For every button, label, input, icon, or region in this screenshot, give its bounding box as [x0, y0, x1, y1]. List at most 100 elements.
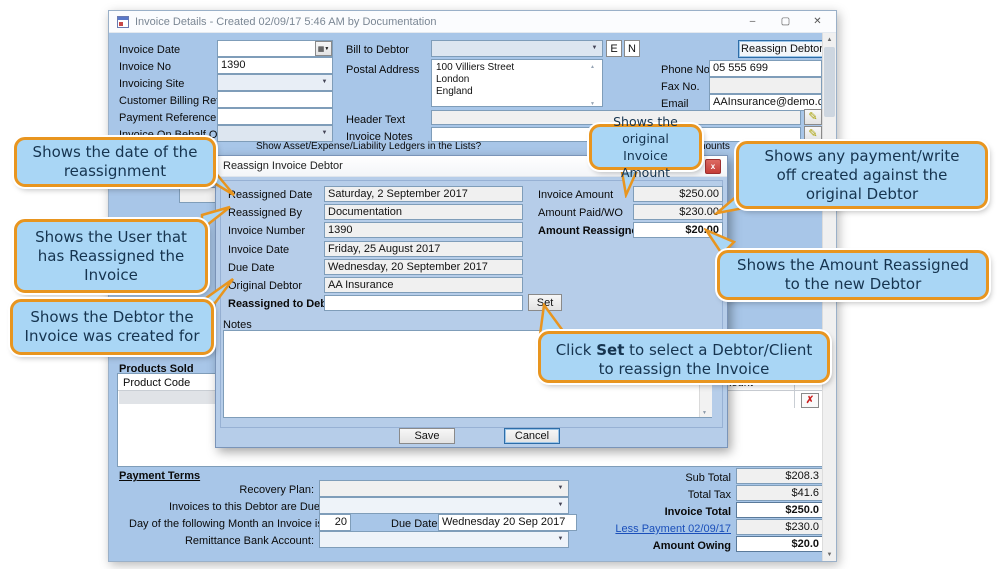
recovery-plan-combo[interactable]: ▼ — [319, 480, 569, 497]
callout-payment-writeoff: Shows any payment/write off created agai… — [736, 141, 988, 209]
day-of-month-label: Day of the following Month an Invoice is… — [129, 518, 347, 530]
close-button[interactable]: ✕ — [803, 12, 832, 31]
delete-x-icon: ✗ — [805, 395, 815, 406]
invoicing-site-label: Invoicing Site — [119, 78, 185, 90]
dialog-title: Reassign Invoice Debtor — [223, 160, 343, 172]
reassigned-date-value: Saturday, 2 September 2017 — [324, 186, 523, 202]
chevron-down-icon: ▼ — [321, 130, 328, 136]
cancel-button[interactable]: Cancel — [504, 428, 560, 444]
due-date-label: Due Date — [391, 518, 438, 530]
product-code-header: Product Code — [123, 377, 191, 389]
total-tax-label: Total Tax — [687, 489, 731, 501]
amount-paid-wo-value: $230.00 — [633, 204, 723, 220]
chevron-down-icon: ▼ — [321, 79, 328, 85]
fax-no-label: Fax No. — [661, 81, 700, 93]
invoice-amount-value: $250.00 — [633, 186, 723, 202]
minimize-button[interactable]: – — [738, 12, 767, 31]
callout-invoice-amount: Shows the original Invoice Amount — [589, 114, 702, 180]
callout-reassign-date: Shows the date of the reassignment — [14, 137, 216, 187]
edit-invoice-notes-button[interactable]: ✎ — [804, 126, 822, 142]
delete-row-button[interactable]: ✗ — [801, 393, 819, 408]
pencil-icon: ✎ — [808, 110, 818, 123]
maximize-button[interactable]: ▢ — [771, 12, 800, 31]
dlg-invoice-date-label: Invoice Date — [228, 244, 290, 256]
invoices-due-label: Invoices to this Debtor are Due: — [169, 501, 324, 513]
postal-address-field[interactable]: 100 Villiers Street London England — [431, 59, 603, 107]
amount-reassigned-label: Amount Reassigned — [538, 225, 645, 237]
reassigned-by-label: Reassigned By — [228, 207, 302, 219]
payment-reference-label: Payment Reference — [119, 112, 217, 124]
invoice-total-value: $250.0 — [736, 502, 823, 518]
reassign-debtor-button[interactable]: Reassign Debtor — [738, 40, 826, 58]
invoicing-site-combo[interactable]: Demo Site ▼ — [217, 74, 333, 91]
invoices-due-combo[interactable]: On a given day of the next month ▼ — [319, 497, 569, 514]
amount-owing-value: $20.0 — [736, 536, 823, 552]
reassigned-by-value: Documentation — [324, 204, 523, 220]
invoice-no-field[interactable]: 1390 — [217, 57, 333, 74]
invoice-number-value: 1390 — [324, 222, 523, 238]
payment-terms-title: Payment Terms — [119, 470, 201, 482]
pencil-icon: ✎ — [808, 127, 818, 140]
edit-debtor-button[interactable]: E — [606, 40, 622, 57]
invoice-no-label: Invoice No — [119, 61, 171, 73]
scroll-down-icon[interactable]: ▼ — [702, 410, 707, 416]
less-payment-value: $230.0 — [736, 519, 823, 535]
invoice-total-label: Invoice Total — [664, 506, 731, 518]
header-text-label: Header Text — [346, 114, 406, 126]
remittance-label: Remittance Bank Account: — [184, 535, 314, 547]
remittance-combo[interactable]: The Site or Company Default Bank Account… — [319, 531, 569, 548]
invoice-amount-label: Invoice Amount — [538, 189, 614, 201]
callout-click-set: Click Set to select a Debtor/Client to r… — [538, 331, 830, 383]
remittance-value: The Site or Company Default Bank Account — [341, 546, 553, 547]
phone-no-label: Phone No. — [661, 64, 713, 76]
less-payment-link-row: Less Payment 02/09/17 — [549, 522, 731, 536]
save-button[interactable]: Save — [399, 428, 455, 444]
scroll-down-icon[interactable]: ▼ — [590, 97, 595, 111]
day-of-month-field[interactable]: 20 — [319, 514, 351, 531]
phone-no-field[interactable]: 05 555 699 — [709, 60, 822, 77]
invoice-date-label: Invoice Date — [119, 44, 181, 56]
dialog-close-button[interactable]: x — [705, 159, 721, 174]
email-label: Email — [661, 98, 689, 110]
callout-original-debtor: Shows the Debtor the Invoice was created… — [10, 299, 214, 355]
sub-total-label: Sub Total — [685, 472, 731, 484]
fax-no-field[interactable] — [709, 77, 822, 94]
callout-text-bold: Set — [596, 341, 625, 359]
scroll-down-icon[interactable]: ▼ — [823, 548, 836, 561]
chevron-down-icon: ▼ — [324, 45, 330, 52]
reassigned-date-label: Reassigned Date — [228, 189, 313, 201]
amount-owing-label: Amount Owing — [652, 540, 731, 552]
chevron-down-icon: ▼ — [591, 45, 598, 51]
reassigned-to-debtor-field[interactable] — [324, 295, 523, 311]
dlg-invoice-date-value: Friday, 25 August 2017 — [324, 241, 523, 257]
payment-reference-field[interactable] — [217, 108, 333, 125]
dlg-due-date-label: Due Date — [228, 262, 275, 274]
window-titlebar[interactable]: Invoice Details - Created 02/09/17 5:46 … — [109, 11, 836, 33]
app-icon — [117, 16, 129, 28]
customer-billing-ref-field[interactable] — [217, 91, 333, 108]
dlg-due-date-value: Wednesday, 20 September 2017 — [324, 259, 523, 275]
reassign-invoice-debtor-dialog: Reassign Invoice Debtor x Reassigned Dat… — [215, 155, 728, 448]
screenshot-canvas: Invoice Details - Created 02/09/17 5:46 … — [0, 0, 997, 569]
callout-text: Click — [555, 341, 597, 359]
callout-amount-reassigned: Shows the Amount Reassigned to the new D… — [717, 250, 989, 300]
bill-to-debtor-value: AA Insurance — [453, 55, 518, 56]
scrollbar-thumb[interactable] — [824, 47, 835, 117]
window-title: Invoice Details - Created 02/09/17 5:46 … — [135, 15, 437, 28]
callout-text: to select a Debtor/Client to reassign th… — [598, 341, 813, 378]
new-debtor-button[interactable]: N — [624, 40, 640, 57]
bill-to-debtor-combo: AA Insurance ▼ — [431, 40, 603, 57]
less-payment-link[interactable]: Less Payment 02/09/17 — [615, 523, 731, 535]
original-debtor-label: Original Debtor — [228, 280, 302, 292]
edit-header-text-button[interactable]: ✎ — [804, 109, 822, 125]
bill-to-debtor-label: Bill to Debtor — [346, 44, 409, 56]
calendar-icon: ▦ — [317, 45, 325, 53]
scroll-up-icon[interactable]: ▲ — [823, 33, 836, 46]
postal-address-label: Postal Address — [346, 64, 420, 76]
sub-total-value: $208.3 — [736, 468, 823, 484]
calendar-picker-button[interactable]: ▦ ▼ — [315, 41, 332, 56]
amount-paid-wo-label: Amount Paid/WO — [538, 207, 623, 219]
scroll-up-icon[interactable]: ▲ — [590, 60, 595, 74]
show-ledgers-label: Show Asset/Expense/Liability Ledgers in … — [256, 141, 482, 152]
invoice-number-label: Invoice Number — [228, 225, 306, 237]
